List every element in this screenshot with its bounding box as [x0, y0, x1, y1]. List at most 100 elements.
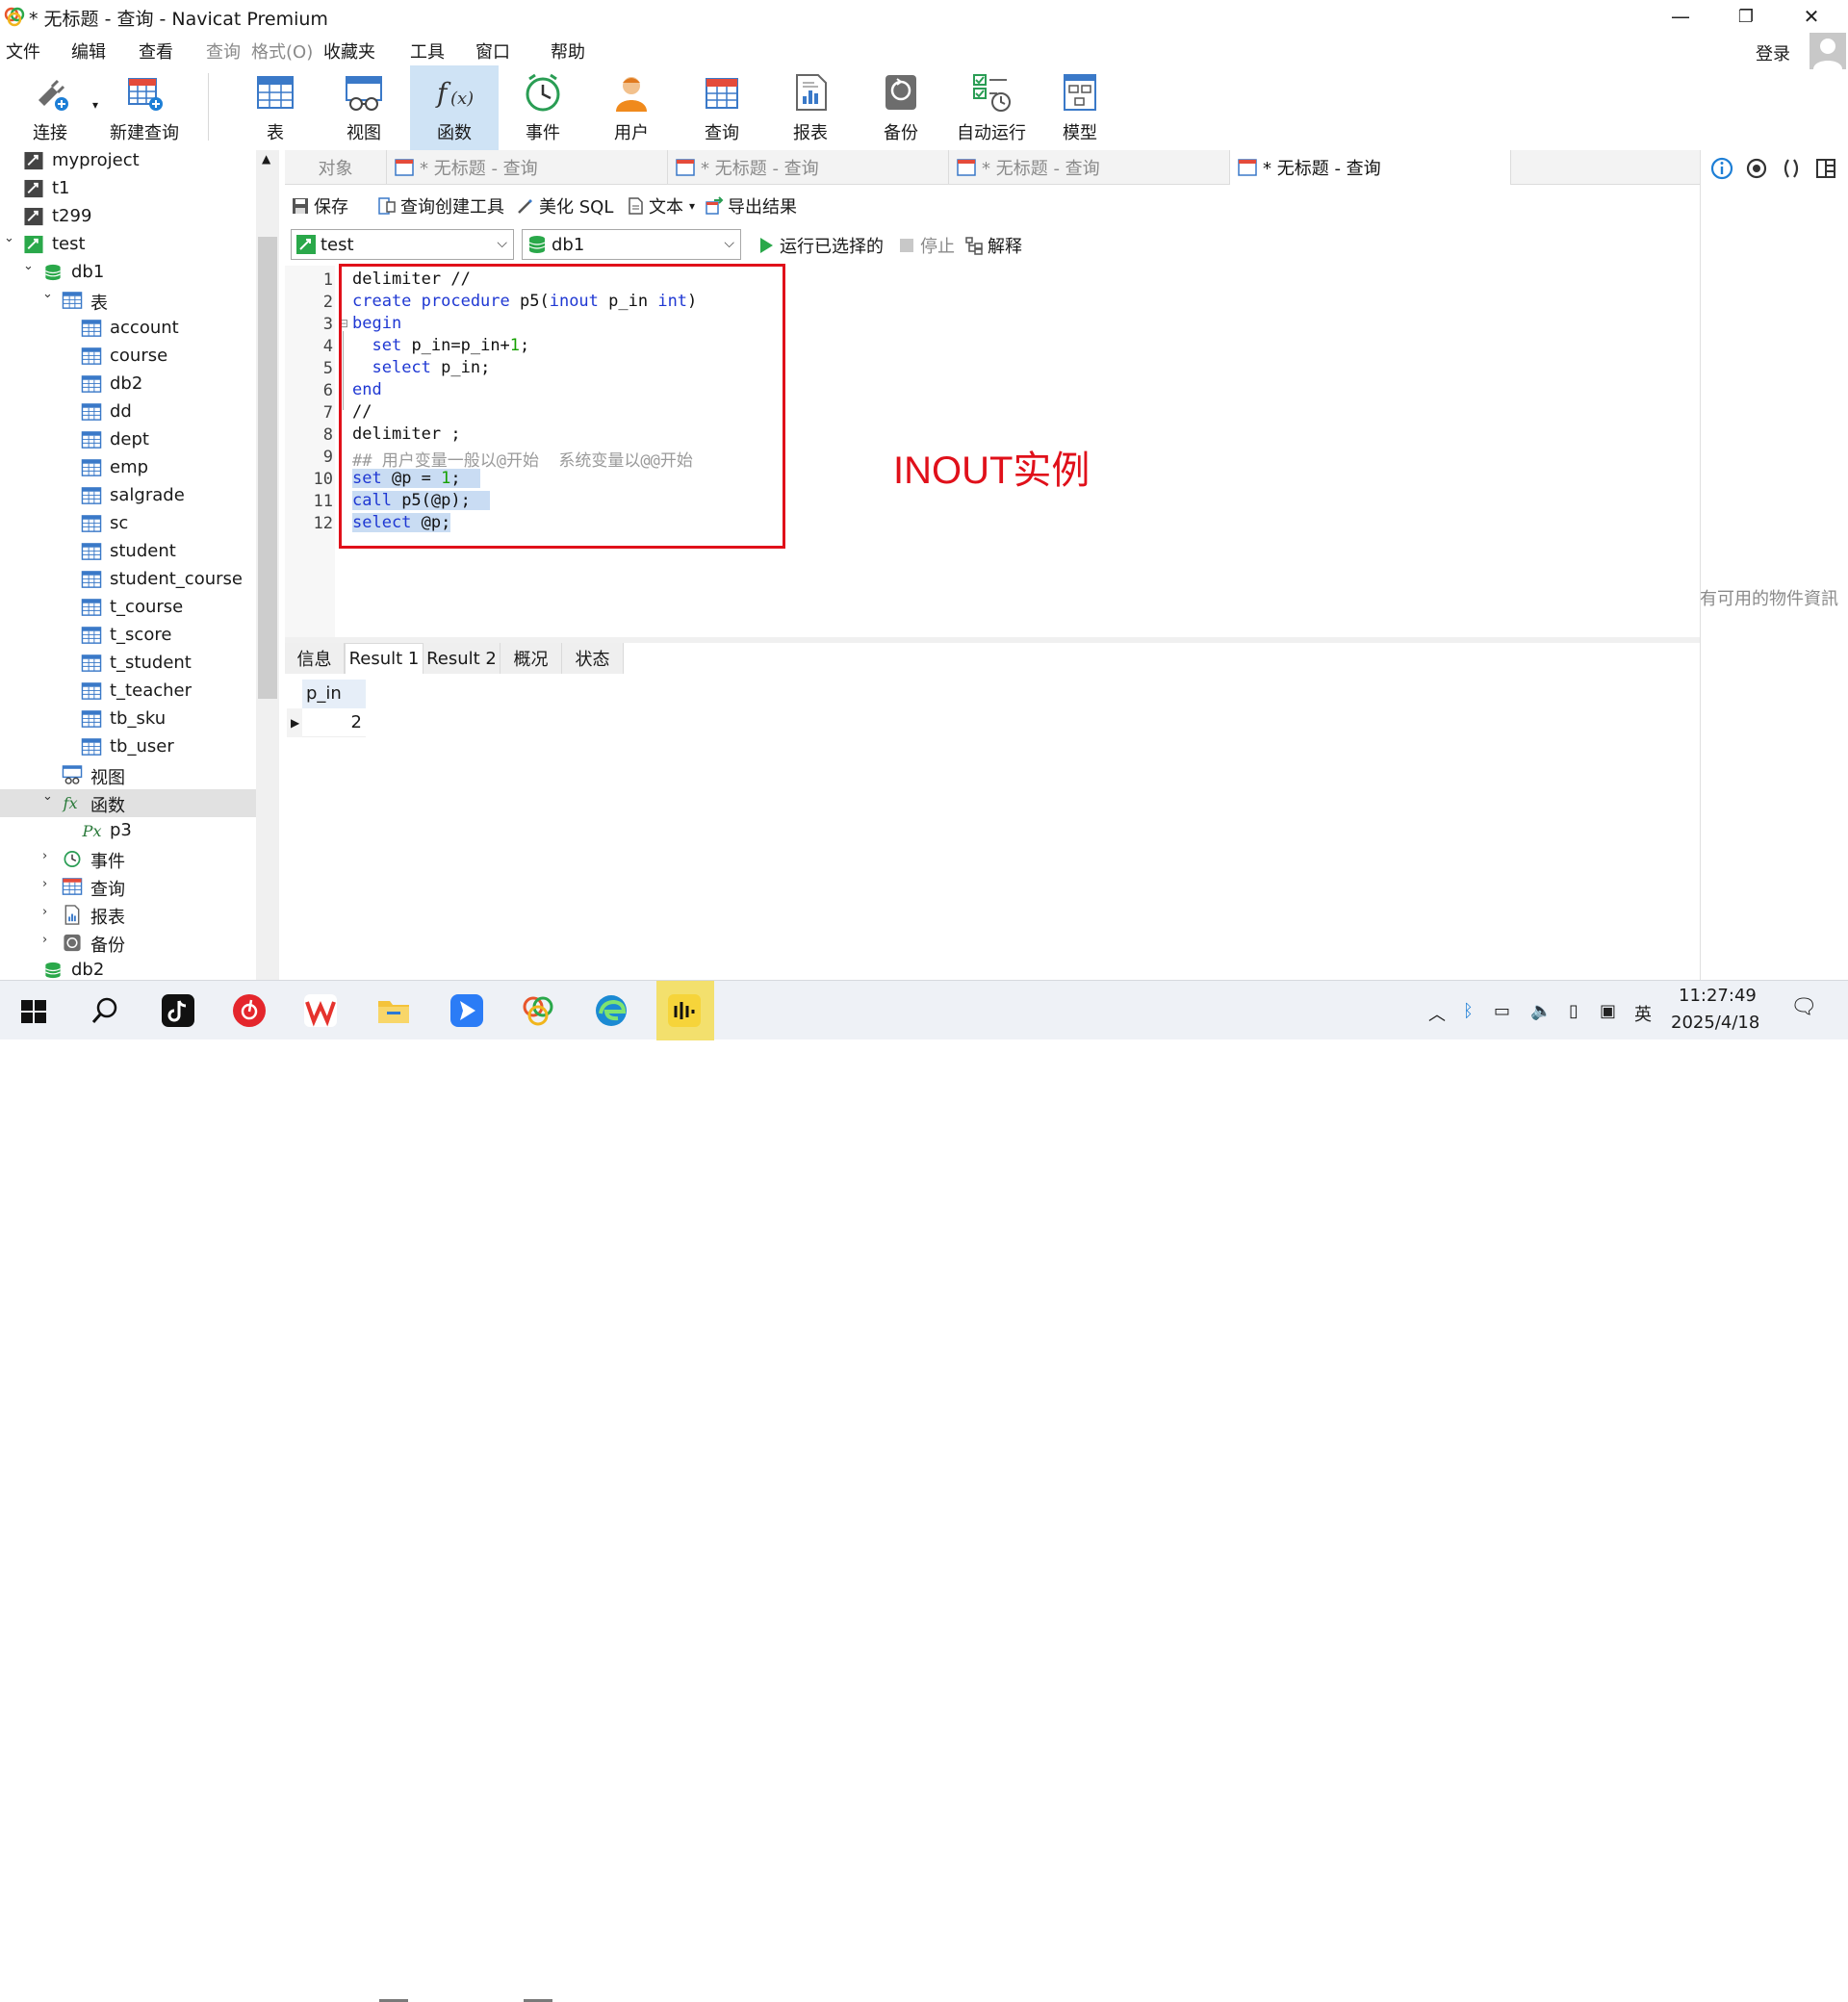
clock-date[interactable]: 2025/4/18	[1671, 1013, 1759, 1033]
tree-item[interactable]: sc	[0, 510, 256, 538]
sidebar-scroll-thumb[interactable]	[258, 237, 277, 699]
tree-item[interactable]: tb_user	[0, 733, 256, 761]
column-header[interactable]: p_in	[302, 680, 366, 708]
tree-item[interactable]: salgrade	[0, 482, 256, 510]
parentheses-icon[interactable]	[1779, 156, 1804, 181]
result-tab-status[interactable]: 状态	[562, 643, 624, 674]
tiktok-icon[interactable]	[160, 992, 196, 1029]
toolbar-automation-button[interactable]: 自动运行	[953, 65, 1030, 150]
usb-icon[interactable]: ▯	[1569, 1001, 1578, 1021]
menu-favorites[interactable]: 收藏夹	[323, 38, 375, 64]
tree-item[interactable]: ⌄ test	[0, 231, 256, 259]
edge-browser-icon[interactable]	[593, 992, 629, 1029]
tree-item[interactable]: ⌄ fx 函数	[0, 789, 256, 817]
tree-item[interactable]: t299	[0, 203, 256, 231]
toolbar-user-button[interactable]: 用户	[601, 65, 662, 150]
clock-time[interactable]: 11:27:49	[1679, 986, 1757, 1006]
tab-query-2[interactable]: * 无标题 - 查询	[668, 150, 949, 185]
menu-file[interactable]: 文件	[6, 38, 40, 64]
file-explorer-icon[interactable]	[375, 992, 412, 1029]
export-results-button[interactable]: 导出结果	[705, 193, 797, 218]
result-cell[interactable]: 2	[302, 708, 366, 737]
tree-item[interactable]: student_course	[0, 566, 256, 594]
toolbar-table-button[interactable]: 表	[244, 65, 306, 150]
chevron-right-icon[interactable]: ›	[42, 849, 56, 863]
connection-select[interactable]: test ⌵	[291, 229, 514, 260]
result-tab-result-1[interactable]: Result 1	[345, 643, 424, 674]
tab-query-3[interactable]: * 无标题 - 查询	[949, 150, 1230, 185]
save-button[interactable]: 保存	[291, 193, 348, 218]
run-selected-button[interactable]: 运行已选择的	[757, 233, 884, 258]
menu-help[interactable]: 帮助	[551, 38, 585, 64]
tree-item[interactable]: t_score	[0, 622, 256, 650]
tree-item[interactable]: t_teacher	[0, 678, 256, 706]
toolbar-view-button[interactable]: 视图	[331, 65, 397, 150]
windows-start-icon[interactable]	[15, 992, 52, 1029]
layout-icon[interactable]	[1813, 156, 1838, 181]
tree-item[interactable]: db2	[0, 371, 256, 398]
tab-query-4-active[interactable]: * 无标题 - 查询	[1230, 150, 1511, 185]
database-select[interactable]: db1 ⌵	[522, 229, 741, 260]
tree-item[interactable]: › 事件	[0, 845, 256, 873]
tree-item[interactable]: › 备份	[0, 929, 256, 957]
menu-query[interactable]: 查询	[206, 38, 241, 64]
chevron-right-icon[interactable]: ›	[42, 933, 56, 947]
chevron-down-icon[interactable]: ⌄	[23, 259, 37, 273]
toolbar-backup-button[interactable]: 备份	[870, 65, 932, 150]
tree-item[interactable]: 视图	[0, 761, 256, 789]
close-button[interactable]: ✕	[1783, 0, 1840, 33]
scroll-up-icon[interactable]: ▲	[262, 152, 270, 166]
tree-item[interactable]: student	[0, 538, 256, 566]
menu-window[interactable]: 窗口	[475, 38, 510, 64]
result-tab-profile[interactable]: 概况	[500, 643, 562, 674]
tree-item[interactable]: t_course	[0, 594, 256, 622]
feishu-icon[interactable]	[449, 992, 485, 1029]
tray-expand-icon[interactable]: ︿	[1428, 1001, 1446, 1026]
menu-format[interactable]: 格式(O)	[251, 38, 313, 64]
audio-app-icon[interactable]	[666, 992, 703, 1029]
chevron-down-icon[interactable]: ⌄	[42, 789, 56, 804]
login-link[interactable]: 登录	[1756, 40, 1790, 65]
volume-icon[interactable]: 🔈	[1530, 1001, 1552, 1021]
wps-icon[interactable]	[302, 992, 339, 1029]
stop-button[interactable]: 停止	[897, 233, 955, 258]
toolbar-event-button[interactable]: 事件	[512, 65, 574, 150]
result-tab-info[interactable]: 信息	[285, 643, 345, 674]
navicat-taskbar-icon[interactable]	[520, 992, 556, 1029]
netease-music-icon[interactable]	[231, 992, 268, 1029]
tree-item[interactable]: t1	[0, 175, 256, 203]
preview-eye-icon[interactable]	[1744, 156, 1769, 181]
query-builder-button[interactable]: 查询创建工具	[377, 193, 504, 218]
chevron-right-icon[interactable]: ›	[42, 877, 56, 891]
connect-dropdown-icon[interactable]: ▾	[92, 98, 98, 112]
chevron-down-icon[interactable]: ⌄	[4, 231, 17, 245]
ime-indicator[interactable]: 英	[1634, 1001, 1652, 1026]
notification-icon[interactable]: 🗨	[1790, 995, 1817, 1019]
tree-item[interactable]: course	[0, 343, 256, 371]
text-button[interactable]: 文本 ▾	[626, 193, 695, 218]
menu-view[interactable]: 查看	[139, 38, 173, 64]
network-icon[interactable]: ▣	[1600, 1001, 1616, 1021]
toolbar-function-button[interactable]: f (x) 函数	[410, 65, 499, 150]
tree-item[interactable]: › 查询	[0, 873, 256, 901]
menu-edit[interactable]: 编辑	[71, 38, 106, 64]
result-tab-result-2[interactable]: Result 2	[424, 643, 500, 674]
text-dropdown-icon[interactable]: ▾	[689, 199, 695, 213]
tree-item[interactable]: ⌄ db1	[0, 259, 256, 287]
toolbar-report-button[interactable]: 报表	[780, 65, 841, 150]
tab-query-1[interactable]: * 无标题 - 查询	[387, 150, 668, 185]
minimize-button[interactable]: —	[1652, 0, 1709, 33]
info-icon[interactable]	[1709, 156, 1734, 181]
battery-icon[interactable]: ▭	[1494, 1001, 1510, 1021]
tab-objects[interactable]: 对象	[285, 150, 387, 185]
tree-item[interactable]: db2	[0, 957, 256, 980]
menu-tools[interactable]: 工具	[410, 38, 445, 64]
tree-item[interactable]: tb_sku	[0, 706, 256, 733]
toolbar-query-button[interactable]: 查询	[691, 65, 753, 150]
explain-button[interactable]: 解释	[964, 233, 1022, 258]
tree-item[interactable]: Px p3	[0, 817, 256, 845]
chevron-down-icon[interactable]: ⌄	[42, 287, 56, 301]
bluetooth-icon[interactable]: ᛒ	[1463, 1001, 1474, 1021]
beautify-sql-button[interactable]: 美化 SQL	[516, 193, 613, 218]
tree-item[interactable]: dd	[0, 398, 256, 426]
